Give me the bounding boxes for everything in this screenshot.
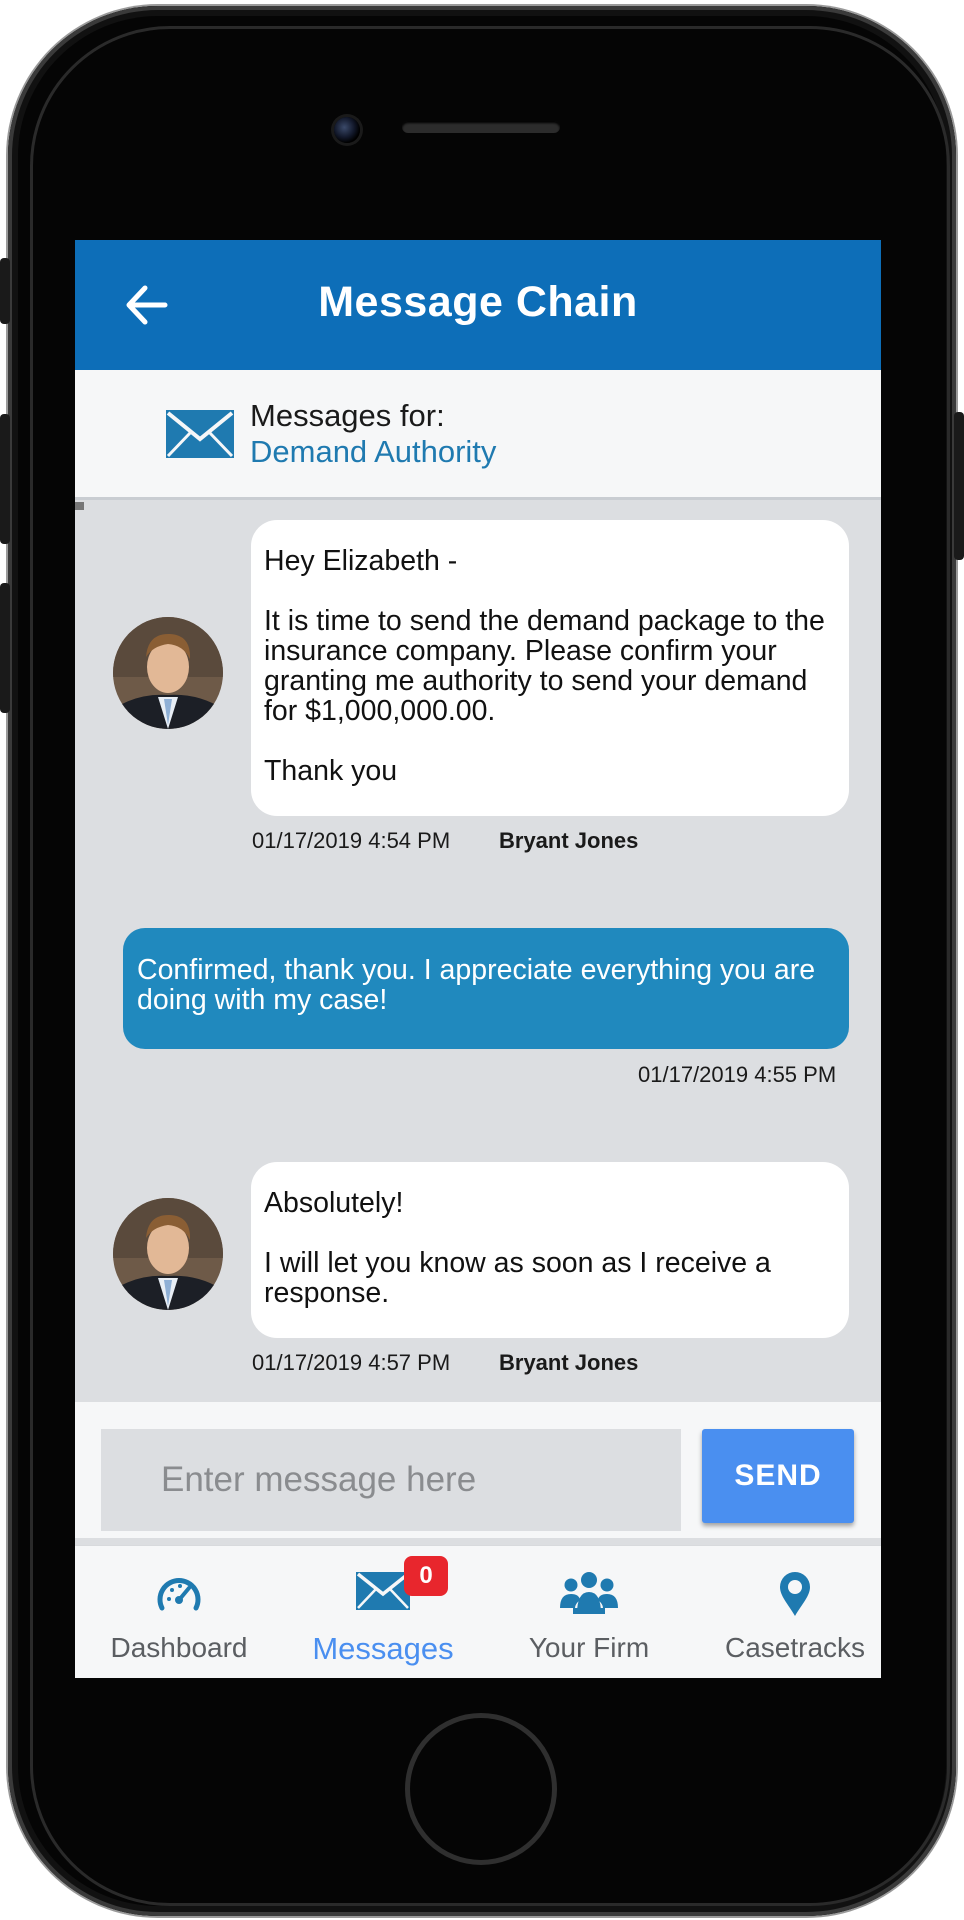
- message-composer: SEND: [75, 1402, 881, 1538]
- front-camera: [334, 117, 360, 143]
- volume-down-button: [0, 583, 10, 713]
- power-button: [954, 412, 964, 560]
- message-sender: Bryant Jones: [499, 1350, 639, 1375]
- message-timestamp: 01/17/2019 4:55 PM: [638, 1062, 837, 1087]
- scroll-indicator: [75, 502, 84, 510]
- message-timestamp: 01/17/2019 4:54 PM: [252, 828, 451, 853]
- nav-label: Messages: [312, 1631, 454, 1666]
- page-title: Message Chain: [318, 278, 638, 326]
- volume-up-button: [0, 414, 10, 544]
- envelope-icon: [166, 410, 234, 458]
- nav-label: Casetracks: [724, 1632, 866, 1663]
- message-sender: Bryant Jones: [499, 828, 639, 853]
- nav-label: Dashboard: [110, 1632, 248, 1663]
- earpiece-speaker: [402, 121, 560, 133]
- mute-switch: [0, 258, 10, 324]
- subject-bar: Messages for: Demand Authority: [75, 370, 881, 500]
- message-timestamp: 01/17/2019 4:57 PM: [252, 1350, 451, 1375]
- subject-label: Messages for:: [250, 398, 445, 433]
- subject-name[interactable]: Demand Authority: [250, 434, 496, 470]
- message-bubble-incoming: Hey Elizabeth - It is time to send the d…: [251, 520, 849, 816]
- nav-item-dashboard[interactable]: Dashboard: [79, 1546, 279, 1678]
- send-button[interactable]: SEND: [702, 1429, 854, 1523]
- avatar: [113, 1198, 223, 1310]
- unread-badge: 0: [404, 1556, 448, 1596]
- envelope-icon: [356, 1572, 410, 1610]
- speedometer-icon: [157, 1578, 201, 1611]
- message-bubble-outgoing: Confirmed, thank you. I appreciate every…: [123, 928, 849, 1049]
- app-header: Message Chain: [75, 240, 881, 370]
- avatar: [113, 617, 223, 729]
- nav-item-messages[interactable]: 0 Messages: [283, 1546, 483, 1678]
- bottom-nav: Dashboard 0 Messages Your Firm Casetrack…: [75, 1545, 881, 1678]
- nav-label: Your Firm: [528, 1632, 650, 1663]
- nav-item-your-firm[interactable]: Your Firm: [489, 1546, 689, 1678]
- app-screen: Message Chain Messages for: Demand Autho…: [75, 240, 881, 1678]
- nav-item-casetracks[interactable]: Casetracks: [695, 1546, 881, 1678]
- message-bubble-incoming: Absolutely! I will let you know as soon …: [251, 1162, 849, 1338]
- home-button[interactable]: [405, 1713, 557, 1865]
- map-pin-icon: [780, 1572, 810, 1616]
- people-icon: [560, 1572, 618, 1614]
- message-input[interactable]: [101, 1429, 681, 1531]
